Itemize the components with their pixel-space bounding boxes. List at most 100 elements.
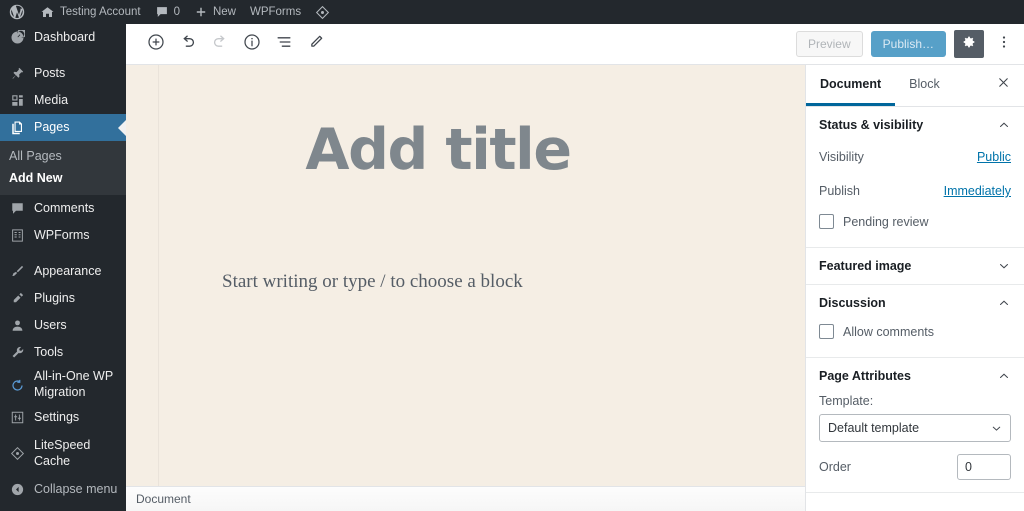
kebab-menu-icon xyxy=(995,33,1013,56)
collapse-menu-button[interactable]: Collapse menu xyxy=(0,476,126,503)
sidebar-item-label: Posts xyxy=(34,65,66,80)
submenu-item-all-pages[interactable]: All Pages xyxy=(0,145,126,167)
litespeed-menu-button[interactable] xyxy=(308,0,337,24)
section-title: Page Attributes xyxy=(819,369,911,383)
section-title: Status & visibility xyxy=(819,118,924,132)
section-header[interactable]: Page Attributes xyxy=(806,358,1024,394)
template-selected-value: Default template xyxy=(828,421,920,435)
allow-comments-row[interactable]: Allow comments xyxy=(819,321,1011,345)
sidebar-item-media[interactable]: Media xyxy=(0,87,126,114)
section-discussion: Discussion Allow comments xyxy=(806,285,1024,358)
section-header[interactable]: Discussion xyxy=(806,285,1024,321)
sidebar-item-wpforms[interactable]: WPForms xyxy=(0,222,126,249)
sidebar-item-dashboard[interactable]: Dashboard xyxy=(0,24,126,51)
sidebar-item-comments[interactable]: Comments xyxy=(0,195,126,222)
editor-status-bar: Document xyxy=(126,486,805,511)
section-status-visibility: Status & visibility Visibility Public Pu… xyxy=(806,107,1024,248)
allow-comments-checkbox[interactable] xyxy=(819,324,834,339)
order-row: Order 0 xyxy=(819,454,1011,480)
submenu-item-add-new[interactable]: Add New xyxy=(0,167,126,189)
migration-icon xyxy=(9,377,25,393)
menu-separator xyxy=(0,249,126,258)
more-options-button[interactable] xyxy=(992,30,1016,58)
list-view-button[interactable] xyxy=(268,28,300,60)
section-body: Allow comments xyxy=(806,321,1024,357)
sidebar-item-posts[interactable]: Posts xyxy=(0,60,126,87)
sidebar-item-all-in-one-wp-migration[interactable]: All-in-One WP Migration xyxy=(0,366,126,404)
section-featured-image: Featured image xyxy=(806,248,1024,285)
comment-bubble-icon xyxy=(9,201,25,217)
plus-icon xyxy=(194,5,208,19)
sidebar-item-settings[interactable]: Settings xyxy=(0,404,126,431)
info-circle-icon xyxy=(242,32,262,57)
user-icon xyxy=(9,318,25,334)
default-block-placeholder[interactable]: Start writing or type / to choose a bloc… xyxy=(222,271,523,293)
close-icon xyxy=(996,75,1011,95)
sidebar-item-label: Appearance xyxy=(34,263,102,278)
sidebar-item-tools[interactable]: Tools xyxy=(0,339,126,366)
pending-review-row[interactable]: Pending review xyxy=(819,211,1011,235)
dashboard-icon xyxy=(9,30,25,46)
breadcrumb[interactable]: Document xyxy=(136,492,191,506)
tab-block[interactable]: Block xyxy=(895,65,954,106)
sidebar-item-plugins[interactable]: Plugins xyxy=(0,285,126,312)
block-editor: Preview Publish… Add title Start writing… xyxy=(126,24,1024,511)
publish-button[interactable]: Publish… xyxy=(870,31,946,57)
section-title: Featured image xyxy=(819,259,912,273)
allow-comments-label: Allow comments xyxy=(843,324,934,339)
publish-value-button[interactable]: Immediately xyxy=(944,184,1011,198)
settings-tabs: Document Block xyxy=(806,65,1024,107)
settings-toggle-button[interactable] xyxy=(954,30,984,58)
menu-separator xyxy=(0,51,126,60)
comments-button[interactable]: 0 xyxy=(148,0,187,24)
redo-arrow-icon xyxy=(210,32,230,57)
collapse-arrow-icon xyxy=(9,482,25,498)
sidebar-item-label: Settings xyxy=(34,409,80,424)
sidebar-item-label: Comments xyxy=(34,200,95,215)
pending-review-label: Pending review xyxy=(843,214,929,229)
sidebar-item-appearance[interactable]: Appearance xyxy=(0,258,126,285)
new-content-label: New xyxy=(212,6,236,18)
template-select[interactable]: Default template xyxy=(819,414,1011,442)
sidebar-item-users[interactable]: Users xyxy=(0,312,126,339)
section-header[interactable]: Status & visibility xyxy=(806,107,1024,143)
editor-canvas[interactable]: Add title Start writing or type / to cho… xyxy=(126,65,805,511)
editor-header-toolbar: Preview Publish… xyxy=(126,24,1024,65)
publish-label: Publish xyxy=(819,184,860,198)
new-content-button[interactable]: New xyxy=(187,0,243,24)
pencil-icon xyxy=(306,32,326,57)
visibility-value-button[interactable]: Public xyxy=(977,150,1011,164)
redo-button[interactable] xyxy=(204,28,236,60)
section-body: Template: Default template Order 0 xyxy=(806,394,1024,492)
undo-button[interactable] xyxy=(172,28,204,60)
editor-header-actions: Preview Publish… xyxy=(795,30,1016,58)
section-body: Visibility Public Publish Immediately Pe… xyxy=(806,143,1024,247)
template-label: Template: xyxy=(819,394,874,408)
sidebar-item-label: LiteSpeed Cache xyxy=(34,437,91,468)
chevron-up-icon xyxy=(997,296,1011,310)
post-title-field[interactable]: Add title xyxy=(158,120,758,181)
pending-review-checkbox[interactable] xyxy=(819,214,834,229)
content-info-button[interactable] xyxy=(236,28,268,60)
wpforms-menu-button[interactable]: WPForms xyxy=(243,0,308,24)
gear-icon xyxy=(961,34,977,55)
sidebar-item-label: Tools xyxy=(34,344,64,359)
edit-mode-button[interactable] xyxy=(300,28,332,60)
sidebar-item-label: Plugins xyxy=(34,290,75,305)
undo-arrow-icon xyxy=(178,32,198,57)
site-name-button[interactable]: Testing Account xyxy=(33,0,148,24)
close-settings-button[interactable] xyxy=(986,65,1020,106)
admin-bar: Testing Account 0 New WPForms xyxy=(0,0,1024,24)
chevron-down-icon xyxy=(990,422,1003,435)
order-input[interactable]: 0 xyxy=(957,454,1011,480)
sidebar-item-pages[interactable]: Pages xyxy=(0,114,126,141)
pages-icon xyxy=(9,120,25,136)
tab-document[interactable]: Document xyxy=(806,65,896,106)
add-block-button[interactable] xyxy=(140,28,172,60)
home-icon xyxy=(40,5,55,20)
chevron-down-icon xyxy=(997,259,1011,273)
preview-button[interactable]: Preview xyxy=(795,31,863,57)
wordpress-logo-button[interactable] xyxy=(0,0,33,24)
sidebar-item-litespeed-cache[interactable]: LiteSpeed Cache xyxy=(0,437,126,468)
section-header[interactable]: Featured image xyxy=(806,248,1024,284)
